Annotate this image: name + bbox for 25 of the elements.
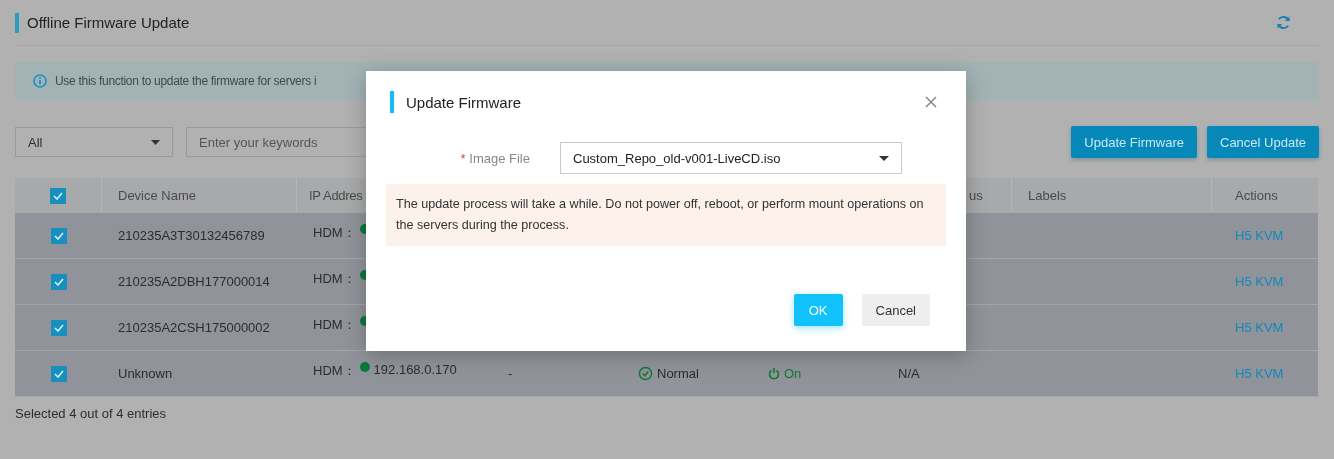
table-cell: N/A bbox=[898, 366, 920, 381]
column-header: Actions bbox=[1235, 188, 1278, 203]
column-header: Labels bbox=[1028, 188, 1067, 203]
ip-label: HDM： bbox=[313, 224, 356, 242]
column-header: us bbox=[969, 188, 983, 203]
selection-count: Selected 4 out of 4 entries bbox=[15, 406, 168, 421]
dialog-title: Update Firmware bbox=[406, 93, 522, 111]
health-status: Normal bbox=[657, 366, 699, 381]
device-name: Unknown bbox=[118, 366, 173, 381]
ip-label: HDM： bbox=[313, 316, 356, 334]
table-cell: - bbox=[508, 366, 513, 381]
device-name: 210235A2CSH175000002 bbox=[118, 320, 270, 335]
column-header: Device Name bbox=[118, 188, 197, 203]
ip-address: 192.168.0.170 bbox=[373, 362, 457, 377]
required-mark: * bbox=[460, 150, 466, 166]
power-status: On bbox=[784, 366, 802, 381]
device-name: 210235A2DBH177000014 bbox=[118, 274, 270, 289]
device-name: 210235A3T30132456789 bbox=[118, 228, 265, 243]
column-header: IP Addres bbox=[309, 188, 363, 203]
warning-message: The update process will take a while. Do not power off, reboot, or perform mount operations on the servers during the process. bbox=[386, 184, 946, 246]
page-title: Offline Firmware Update bbox=[27, 14, 190, 31]
info-text: Use this function to update the firmware for servers i bbox=[55, 74, 317, 88]
field-label: Image File bbox=[469, 150, 530, 166]
ip-label: HDM： bbox=[313, 270, 356, 288]
ip-label: HDM： bbox=[313, 362, 356, 380]
